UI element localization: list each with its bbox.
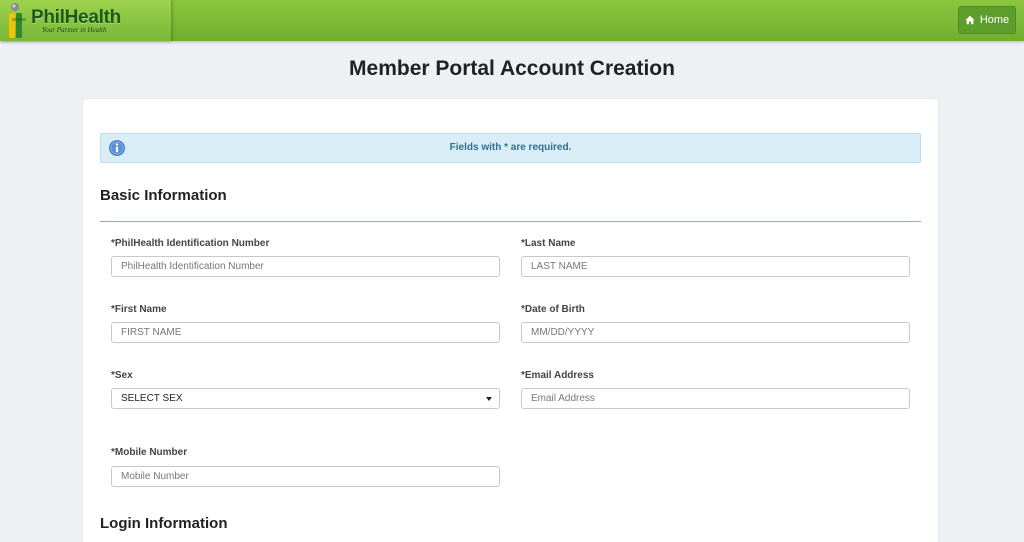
basic-information-heading: Basic Information [100, 187, 227, 204]
first-name-label: *First Name [111, 304, 167, 315]
sex-select[interactable]: SELECT SEX [111, 388, 500, 409]
philhealth-logo-mark-icon [9, 3, 26, 38]
philhealth-logo[interactable]: PhilHealth Your Partner in Health [0, 0, 171, 41]
mobile-label: *Mobile Number [111, 447, 188, 458]
registration-form-panel: Fields with * are required. Basic Inform… [83, 99, 938, 542]
first-name-input[interactable] [111, 322, 500, 343]
email-input[interactable] [521, 388, 910, 409]
top-navbar: PhilHealth Your Partner in Health Home [0, 0, 1024, 41]
caret-down-icon [486, 397, 492, 401]
home-button[interactable]: Home [958, 6, 1016, 34]
pin-label: *PhilHealth Identification Number [111, 238, 270, 249]
logo-tagline: Your Partner in Health [42, 26, 107, 34]
dob-label: *Date of Birth [521, 304, 585, 315]
sex-label: *Sex [111, 370, 133, 381]
dob-input[interactable] [521, 322, 910, 343]
last-name-label: *Last Name [521, 238, 576, 249]
mobile-input[interactable] [111, 466, 500, 487]
pin-input[interactable] [111, 256, 500, 277]
login-information-heading: Login Information [100, 515, 228, 532]
page-title: Member Portal Account Creation [349, 57, 675, 80]
sex-select-value: SELECT SEX [121, 393, 183, 404]
email-label: *Email Address [521, 370, 594, 381]
home-icon [965, 15, 975, 25]
home-button-label: Home [979, 14, 1010, 26]
section-divider [100, 221, 921, 222]
required-fields-text: Fields with * are required. [449, 142, 572, 153]
required-fields-notice: Fields with * are required. [100, 133, 921, 163]
last-name-input[interactable] [521, 256, 910, 277]
